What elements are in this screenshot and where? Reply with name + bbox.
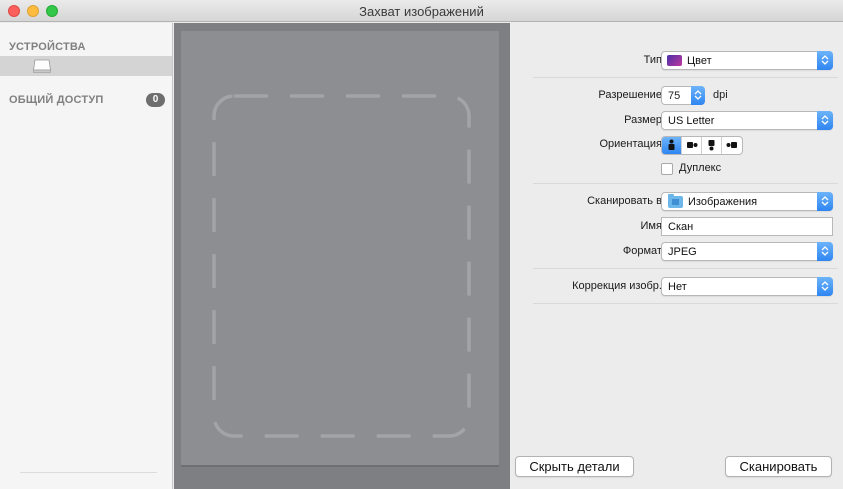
- popup-arrows-icon: [817, 111, 833, 130]
- person-down-icon: [708, 140, 715, 151]
- scan-to-label: Сканировать в:: [587, 195, 665, 207]
- person-left-icon: [687, 142, 698, 148]
- correction-value: Нет: [668, 281, 687, 293]
- format-popup[interactable]: JPEG: [661, 242, 833, 261]
- size-popup[interactable]: US Letter: [661, 111, 833, 130]
- correction-popup[interactable]: Нет: [661, 277, 833, 296]
- resolution-unit: dpi: [713, 89, 728, 101]
- resolution-combobox[interactable]: 75: [661, 86, 705, 105]
- scan-frame-placeholder: [212, 94, 471, 438]
- color-swatch-icon: [667, 55, 682, 66]
- name-value: Скан: [668, 221, 694, 233]
- orientation-label: Ориентация:: [599, 138, 665, 150]
- format-label: Формат:: [622, 245, 665, 257]
- person-right-icon: [726, 142, 737, 148]
- devices-header: УСТРОЙСТВА: [9, 41, 86, 53]
- hide-details-button[interactable]: Скрыть детали: [515, 456, 634, 477]
- resolution-label: Разрешение:: [598, 89, 665, 101]
- size-label: Размер:: [624, 114, 665, 126]
- shared-count-badge: 0: [146, 93, 165, 107]
- sidebar: УСТРОЙСТВА ОБЩИЙ ДОСТУП 0: [0, 23, 173, 489]
- sidebar-divider: [20, 472, 157, 473]
- separator: [533, 183, 838, 184]
- image-capture-window: Захват изображений УСТРОЙСТВА ОБЩИЙ ДОСТ…: [0, 0, 843, 489]
- scanner-drive-icon: [33, 59, 51, 73]
- resolution-arrows-icon[interactable]: [691, 86, 705, 105]
- popup-arrows-icon: [817, 277, 833, 296]
- scan-preview-area[interactable]: [174, 23, 510, 489]
- name-field[interactable]: Скан: [661, 217, 833, 236]
- scan-to-value: Изображения: [688, 196, 758, 208]
- sidebar-item-scanner[interactable]: [0, 56, 172, 76]
- correction-label: Коррекция изобр.:: [572, 280, 665, 292]
- separator: [533, 268, 838, 269]
- orientation-down-button[interactable]: [702, 137, 722, 154]
- orientation-segmented-control: [661, 136, 743, 155]
- duplex-checkbox[interactable]: [661, 163, 673, 175]
- size-value: US Letter: [668, 115, 715, 127]
- separator: [533, 77, 838, 78]
- type-popup[interactable]: Цвет: [661, 51, 833, 70]
- preview-sheet: [181, 31, 499, 467]
- popup-arrows-icon: [817, 242, 833, 261]
- separator: [533, 303, 838, 304]
- format-value: JPEG: [668, 246, 697, 258]
- window-title: Захват изображений: [359, 4, 484, 19]
- popup-arrows-icon: [817, 51, 833, 70]
- title-bar: Захват изображений: [0, 0, 843, 22]
- popup-arrows-icon: [817, 192, 833, 211]
- scan-button[interactable]: Сканировать: [725, 456, 832, 477]
- shared-header: ОБЩИЙ ДОСТУП: [9, 94, 104, 106]
- resolution-value: 75: [668, 90, 681, 102]
- scan-to-popup[interactable]: Изображения: [661, 192, 833, 211]
- type-value: Цвет: [687, 55, 712, 67]
- duplex-label: Дуплекс: [679, 162, 722, 174]
- orientation-left-button[interactable]: [682, 137, 702, 154]
- details-panel: Тип: Цвет Разрешение: 75 dpi Размер: US …: [510, 23, 843, 489]
- person-upright-icon: [668, 139, 675, 150]
- orientation-right-button[interactable]: [722, 137, 742, 154]
- folder-icon: [668, 194, 683, 208]
- orientation-upright-button[interactable]: [662, 137, 682, 154]
